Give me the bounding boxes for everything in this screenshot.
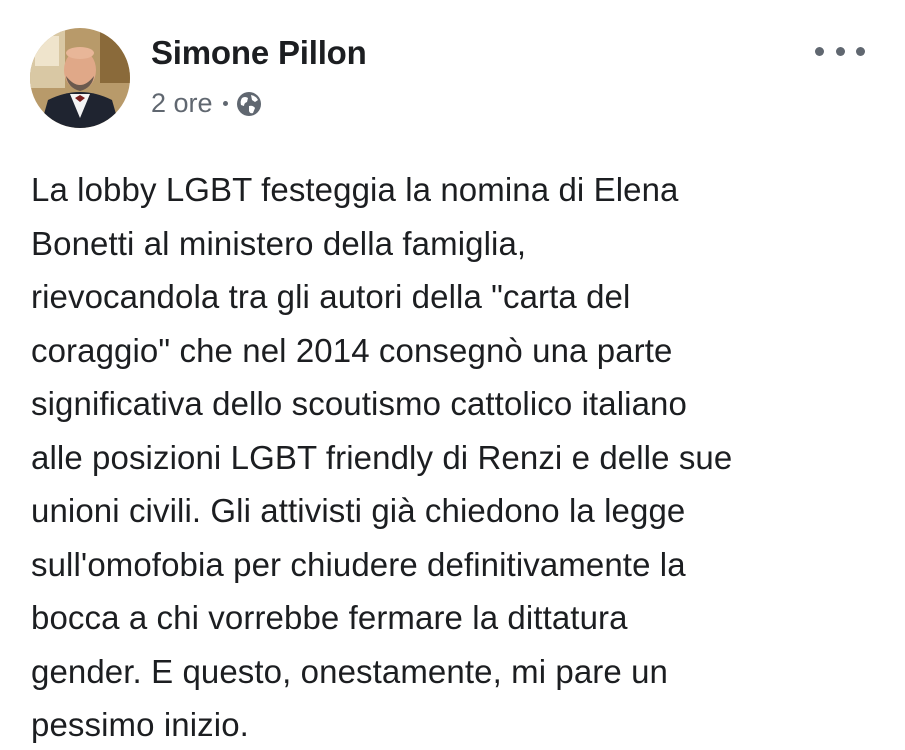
more-dot-icon — [835, 46, 845, 56]
globe-icon[interactable] — [236, 91, 262, 117]
more-options-button[interactable] — [815, 36, 865, 66]
more-dot-icon — [856, 46, 865, 56]
profile-photo-icon — [30, 28, 130, 128]
post-text-line: bocca a chi vorrebbe fermare la dittatur… — [31, 599, 628, 636]
post-text-line: coraggio" che nel 2014 consegnò una part… — [31, 331, 673, 369]
avatar[interactable] — [30, 28, 130, 128]
more-dot-icon — [815, 46, 824, 56]
post-text-line: alle posizioni LGBT friendly di Renzi e … — [31, 438, 733, 476]
post-text-line: sull'omofobia per chiudere definitivamen… — [31, 545, 686, 583]
post-text-line: pessimo inizio. — [31, 706, 249, 743]
post-text-line: significativa dello scoutismo cattolico … — [31, 385, 687, 422]
post-text: La lobby LGBT festeggia la nomina di Ele… — [31, 163, 881, 750]
post-text-line: gender. E questo, onestamente, mi pare u… — [31, 652, 669, 690]
post-text-line: rievocandola tra gli autori della "carta… — [31, 278, 631, 315]
post-meta: 2 ore — [151, 88, 262, 119]
post-header: Simone Pillon 2 ore — [30, 28, 875, 138]
facebook-post: Simone Pillon 2 ore La lobby LGBT festeg… — [0, 0, 905, 750]
post-text-line: La lobby LGBT festeggia la nomina di Ele… — [31, 171, 679, 208]
post-text-line: Bonetti al ministero della famiglia, — [31, 224, 527, 262]
post-text-line: unioni civili. Gli attivisti già chiedon… — [31, 492, 686, 529]
author-name[interactable]: Simone Pillon — [151, 34, 367, 72]
separator-dot — [222, 101, 228, 106]
post-timestamp[interactable]: 2 ore — [151, 88, 213, 119]
